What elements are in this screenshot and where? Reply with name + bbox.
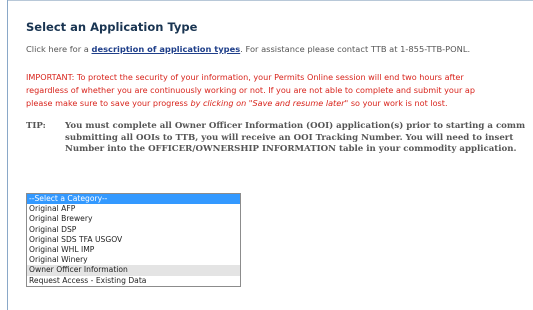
important-line-2: regardless of whether you are continuous…: [26, 85, 475, 95]
category-option[interactable]: Request Access - Existing Data: [27, 276, 240, 286]
category-option[interactable]: --Select a Category--: [27, 194, 240, 205]
category-option[interactable]: Original WHL IMP: [27, 245, 240, 255]
category-option[interactable]: Owner Officer Information: [27, 265, 240, 276]
info-suffix: . For assistance please contact TTB at 1…: [240, 44, 471, 54]
category-select-list[interactable]: --Select a Category-- Original AFP Origi…: [26, 193, 241, 287]
category-option[interactable]: Original SDS TFA USGOV: [27, 235, 240, 245]
application-types-link[interactable]: description of application types: [92, 44, 241, 54]
info-line: Click here for a description of applicat…: [26, 44, 470, 54]
tip-label: TIP:: [26, 121, 46, 131]
main-content: Select an Application Type Click here fo…: [26, 20, 533, 287]
category-option[interactable]: Original AFP: [27, 204, 240, 214]
info-prefix: Click here for a: [26, 44, 92, 54]
important-line-3-prefix: please make sure to save your progress: [26, 98, 191, 108]
tip-line-2: submitting all OOIs to TTB, you will rec…: [65, 132, 514, 143]
save-resume-instruction: by clicking on "Save and resume later": [190, 98, 349, 108]
tip-body: You must complete all Owner Officer Info…: [65, 121, 525, 156]
important-line-1: IMPORTANT: To protect the security of yo…: [26, 72, 464, 82]
important-notice: IMPORTANT: To protect the security of yo…: [26, 71, 475, 110]
category-option[interactable]: Original DSP: [27, 225, 240, 235]
tip-line-3: Number into the OFFICER/OWNERSHIP INFORM…: [65, 144, 517, 154]
category-option[interactable]: Original Brewery: [27, 214, 240, 224]
important-line-3: please make sure to save your progress b…: [26, 97, 475, 110]
page-title: Select an Application Type: [26, 20, 198, 34]
category-option[interactable]: Original Winery: [27, 255, 240, 265]
application-type-page: Select an Application Type Click here fo…: [0, 0, 533, 310]
frame-border-left: [7, 0, 8, 310]
frame-border-top: [7, 0, 533, 1]
tip-line-1: You must complete all Owner Officer Info…: [65, 121, 526, 131]
important-line-3-suffix: so your work is not lost.: [348, 98, 448, 108]
